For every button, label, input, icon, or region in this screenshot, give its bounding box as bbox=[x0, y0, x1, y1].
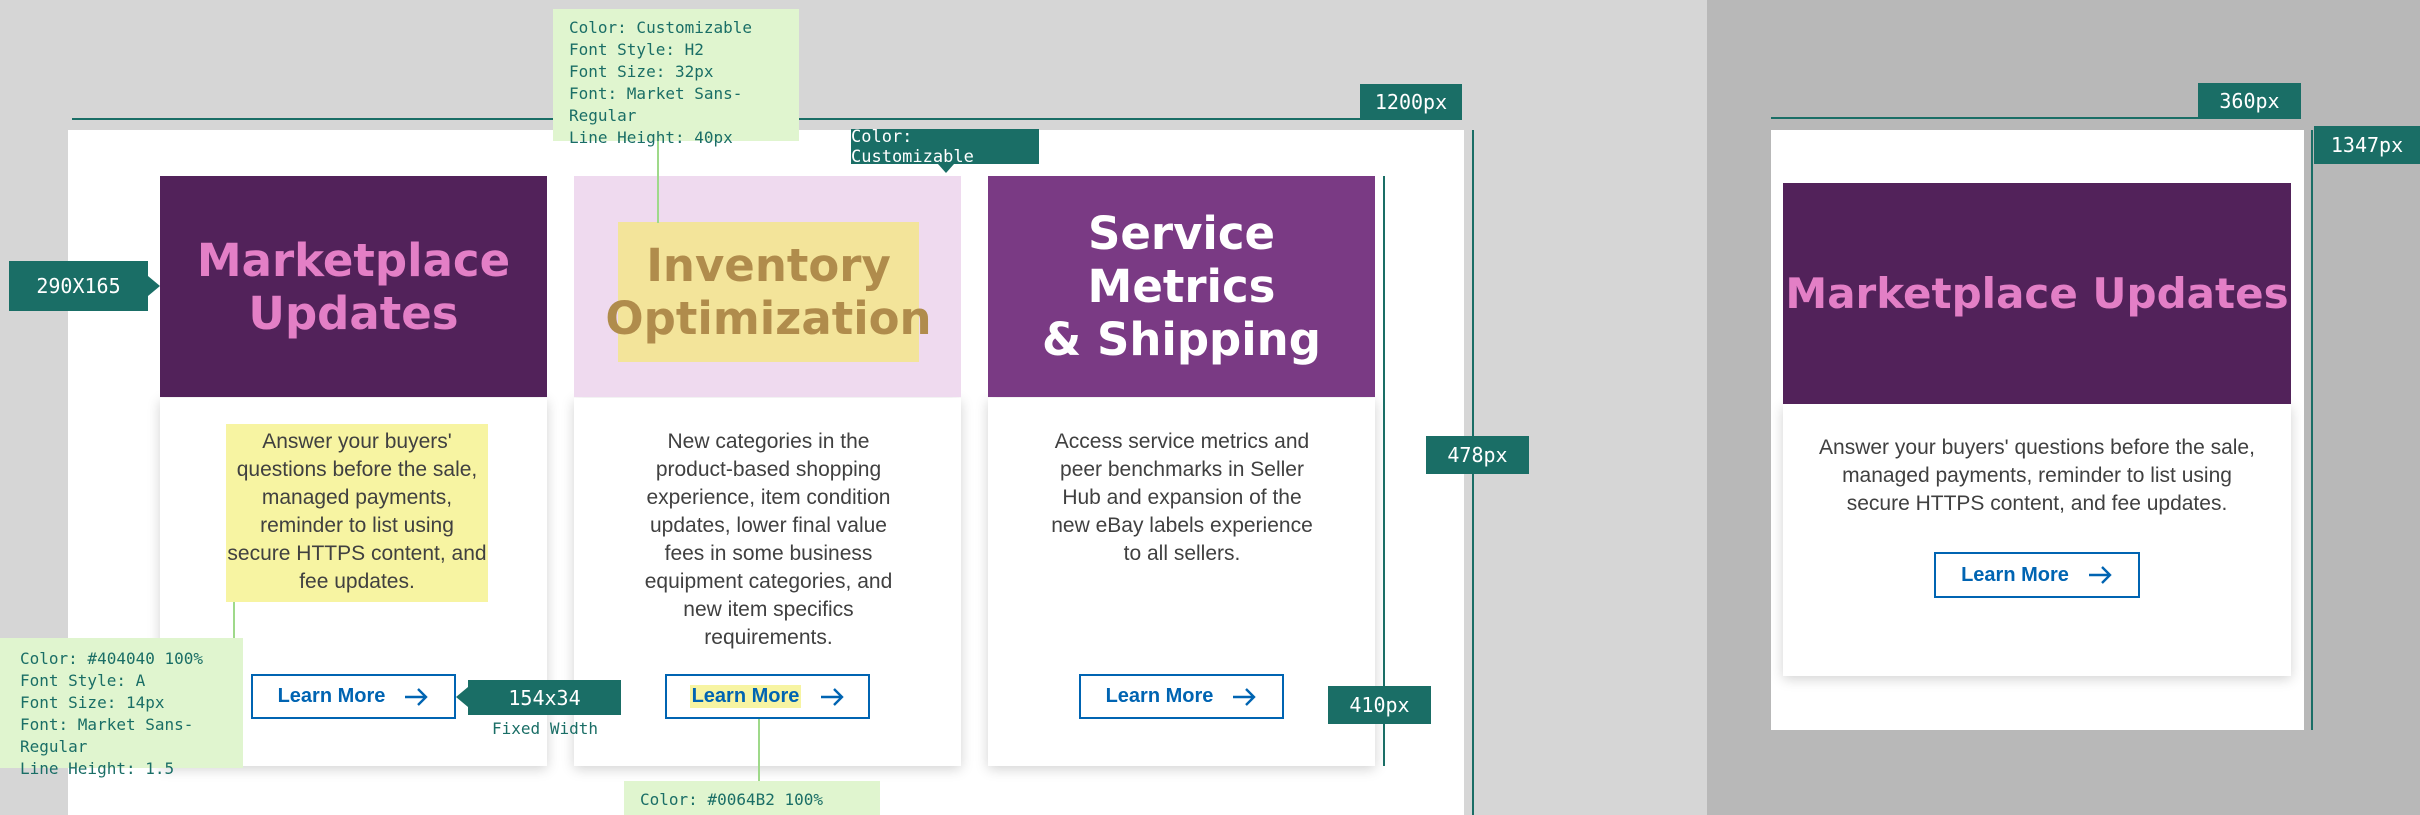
tile-title-line: Optimization bbox=[605, 292, 932, 345]
h2-leader-line bbox=[657, 141, 659, 223]
tile-title-highlight: Inventory Optimization bbox=[605, 222, 932, 362]
body-spec-note: Color: #404040 100% Font Style: A Font S… bbox=[0, 638, 243, 778]
mobile-card-description: Answer your buyers' questions before the… bbox=[1819, 436, 2255, 515]
learn-more-button[interactable]: Learn More bbox=[1079, 674, 1284, 719]
arrow-right-icon bbox=[2088, 566, 2112, 584]
tile-marketplace-updates: Marketplace Updates bbox=[160, 176, 547, 397]
spec-line: Font Size: 32px bbox=[569, 62, 714, 81]
tag-pointer bbox=[456, 687, 468, 707]
tile-title-line: Inventory bbox=[646, 239, 891, 292]
learn-more-button[interactable]: Learn More bbox=[665, 674, 870, 719]
width-360-tag: 360px bbox=[2198, 83, 2301, 119]
learn-more-label: Learn More bbox=[277, 685, 386, 707]
card-description: New categories in the product-based shop… bbox=[644, 430, 893, 649]
tile-title-line: Marketplace bbox=[196, 233, 511, 287]
button-size-tag: 154x34 bbox=[468, 680, 621, 715]
mobile-height-line bbox=[2311, 130, 2313, 730]
fixed-width-label: Fixed Width bbox=[492, 719, 598, 738]
spec-line: Font Style: A bbox=[20, 671, 146, 690]
tile-service-metrics: Service Metrics & Shipping bbox=[988, 176, 1375, 397]
tile-title-line: Service Metrics bbox=[1087, 207, 1276, 313]
learn-more-label: Learn More bbox=[1105, 685, 1214, 707]
width-1200-tag: 1200px bbox=[1360, 84, 1462, 120]
color-customizable-tag: Color: Customizable bbox=[851, 127, 1039, 167]
mobile-tile-marketplace: Marketplace Updates bbox=[1783, 183, 2291, 404]
tile-title-line: & Shipping bbox=[1042, 313, 1321, 366]
tag-pointer bbox=[148, 276, 160, 296]
arrow-right-icon bbox=[1233, 687, 1257, 706]
body-leader-line bbox=[233, 602, 235, 638]
card-description: Answer your buyers' questions before the… bbox=[227, 430, 487, 593]
h2-spec-note: Color: Customizable Font Style: H2 Font … bbox=[553, 9, 799, 147]
height-1347-tag: 1347px bbox=[2314, 126, 2420, 164]
tag-pointer bbox=[938, 164, 954, 173]
spec-line: Color: Customizable bbox=[569, 18, 753, 37]
spec-line: Line Height: 40px bbox=[569, 128, 733, 147]
arrow-right-icon bbox=[405, 687, 429, 706]
tile-title-line: Updates bbox=[248, 286, 459, 340]
spec-line: Font Size: 14px bbox=[20, 693, 165, 712]
spec-line: Color: #404040 100% bbox=[20, 649, 204, 668]
height-478-tag: 478px bbox=[1426, 436, 1529, 474]
spec-line: Font: Market Sans-Regular bbox=[569, 84, 743, 125]
height-410-tag: 410px bbox=[1328, 686, 1431, 724]
learn-more-button[interactable]: Learn More bbox=[251, 674, 456, 719]
tile-size-tag: 290X165 bbox=[9, 261, 148, 311]
card-description: Access service metrics and peer benchmar… bbox=[1051, 430, 1313, 565]
link-spec-note: Color: #0064B2 100% bbox=[624, 781, 880, 815]
mobile-width-line bbox=[1771, 117, 2199, 119]
card-height-line bbox=[1383, 176, 1385, 766]
spec-line: Font Style: H2 bbox=[569, 40, 704, 59]
mobile-learn-more-button[interactable]: Learn More bbox=[1934, 552, 2140, 598]
link-leader-line bbox=[758, 719, 760, 781]
spec-line: Font: Market Sans-Regular bbox=[20, 715, 194, 756]
learn-more-label: Learn More bbox=[1961, 563, 2069, 586]
spec-line: Line Height: 1.5 bbox=[20, 759, 175, 778]
learn-more-label: Learn More bbox=[689, 685, 802, 708]
arrow-right-icon bbox=[821, 687, 845, 706]
